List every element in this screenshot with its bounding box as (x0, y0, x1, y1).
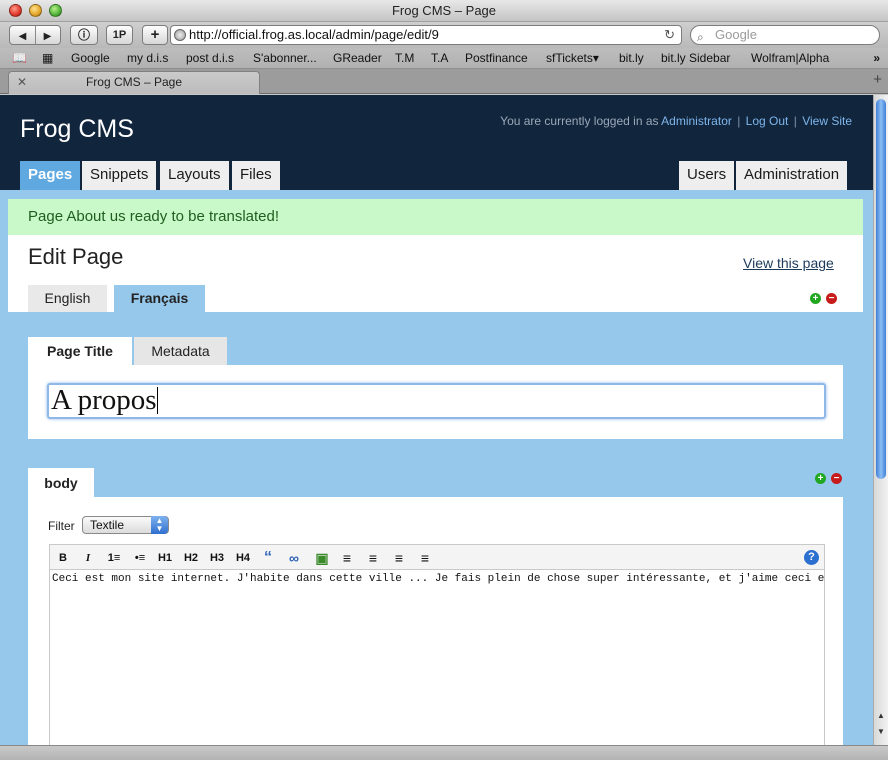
add-language-icon[interactable]: + (810, 293, 821, 304)
view-page-link[interactable]: View this page (743, 255, 834, 271)
blockquote-button[interactable]: “ (260, 549, 276, 567)
align-center-button[interactable]: ≡ (365, 549, 381, 567)
site-header: Frog CMS You are currently logged in as … (0, 95, 873, 190)
reader-button[interactable]: ⓘ (70, 25, 98, 45)
unordered-list-button[interactable]: •≡ (131, 549, 149, 567)
site-logo: Frog CMS (20, 115, 134, 143)
scroll-up-icon[interactable]: ▲ (877, 711, 885, 720)
page-scrollbar[interactable]: ▲ ▼ (873, 95, 888, 745)
heading2-button[interactable]: H2 (182, 549, 200, 567)
browser-tab[interactable]: ✕ Frog CMS – Page (8, 71, 260, 94)
tab-users[interactable]: Users (679, 161, 735, 190)
tab-body-part[interactable]: body (28, 468, 94, 497)
tab-layouts[interactable]: Layouts (160, 161, 229, 190)
add-bookmark-button[interactable]: + (142, 25, 168, 45)
tab-administration[interactable]: Administration (736, 161, 848, 190)
bookmark-item[interactable]: T.M (395, 51, 414, 65)
success-notice: Page About us ready to be translated! (8, 199, 863, 235)
url-text: http://official.frog.as.local/admin/page… (189, 27, 439, 42)
bookmark-item[interactable]: Wolfram|Alpha (751, 51, 829, 65)
body-content-text: Ceci est mon site internet. J'habite dan… (52, 573, 825, 585)
justify-button[interactable]: ≡ (417, 549, 433, 567)
user-link[interactable]: Administrator (661, 114, 732, 128)
close-tab-icon[interactable]: ✕ (17, 72, 27, 92)
site-icon (174, 29, 186, 41)
login-text: You are currently logged in as (500, 114, 659, 128)
bookmarks-overflow-icon[interactable]: » (873, 51, 880, 65)
image-icon[interactable]: ▣ (314, 549, 330, 567)
align-left-button[interactable]: ≡ (339, 549, 355, 567)
page-title-value: A propos (51, 384, 157, 416)
filter-select[interactable]: Textile ▲ ▼ (82, 516, 169, 534)
bookmarks-bar: 📖 ▦ Google my d.i.s post d.i.s S'abonner… (0, 48, 888, 69)
editor-toolbar: B I 1≡ •≡ H1 H2 H3 H4 “ ∞ ▣ ≡ ≡ ≡ ≡ ? (49, 544, 825, 570)
tab-snippets[interactable]: Snippets (82, 161, 157, 190)
bookmark-item[interactable]: GReader (333, 51, 382, 65)
tab-language-english[interactable]: English (28, 285, 107, 312)
window-title: Frog CMS – Page (391, 3, 497, 18)
help-icon[interactable]: ? (804, 550, 819, 565)
link-icon[interactable]: ∞ (285, 549, 303, 567)
bookmark-item[interactable]: bit.ly Sidebar (661, 51, 730, 65)
search-icon: ⌕ (697, 30, 704, 44)
page-title: Edit Page (28, 244, 124, 269)
search-field[interactable]: ⌕ Google (690, 25, 880, 45)
ordered-list-button[interactable]: 1≡ (105, 549, 123, 567)
tab-metadata[interactable]: Metadata (134, 337, 227, 365)
browser-statusbar (0, 745, 888, 760)
body-content-textarea[interactable]: Ceci est mon site internet. J'habite dan… (49, 570, 825, 745)
forward-icon[interactable]: ▶ (36, 28, 60, 46)
bookmark-item[interactable]: T.A (431, 51, 448, 65)
reload-icon[interactable]: ↻ (664, 26, 675, 44)
top-sites-grid-icon[interactable]: ▦ (42, 51, 53, 65)
login-info: You are currently logged in as Administr… (500, 114, 852, 128)
page-title-input[interactable]: A propos (47, 383, 826, 419)
heading4-button[interactable]: H4 (234, 549, 252, 567)
back-icon[interactable]: ◀ (11, 28, 35, 46)
page-viewport: Frog CMS You are currently logged in as … (0, 95, 873, 745)
add-part-icon[interactable]: + (815, 473, 826, 484)
heading3-button[interactable]: H3 (208, 549, 226, 567)
browser-tab-title: Frog CMS – Page (85, 75, 183, 89)
view-site-link[interactable]: View Site (802, 114, 852, 128)
onepassword-button[interactable]: 1P (106, 25, 133, 45)
new-tab-icon[interactable]: + (873, 71, 882, 88)
tab-files[interactable]: Files (232, 161, 280, 190)
bookmark-item[interactable]: Postfinance (465, 51, 528, 65)
remove-part-icon[interactable]: − (831, 473, 842, 484)
browser-toolbar: ◀ ▶ ⓘ 1P + http://official.frog.as.local/… (0, 22, 888, 48)
scrollbar-thumb[interactable] (876, 99, 886, 479)
remove-language-icon[interactable]: − (826, 293, 837, 304)
heading1-button[interactable]: H1 (156, 549, 174, 567)
filter-value: Textile (90, 518, 125, 532)
filter-label: Filter (48, 519, 75, 533)
select-arrows-icon: ▲ ▼ (151, 516, 168, 534)
bookmarks-book-icon[interactable]: 📖 (12, 51, 27, 65)
bookmark-item[interactable]: sfTickets▾ (546, 51, 599, 65)
italic-button[interactable]: I (81, 549, 95, 567)
align-right-button[interactable]: ≡ (391, 549, 407, 567)
scroll-down-icon[interactable]: ▼ (877, 727, 885, 736)
text-caret (156, 387, 158, 414)
tab-language-french[interactable]: Français (114, 285, 205, 312)
bookmark-item[interactable]: bit.ly (619, 51, 644, 65)
bold-button[interactable]: B (56, 549, 70, 567)
search-placeholder: Google (715, 27, 757, 42)
tab-pages[interactable]: Pages (20, 161, 81, 190)
tab-page-title[interactable]: Page Title (28, 337, 132, 365)
browser-tabs-bar: ✕ Frog CMS – Page + (0, 69, 888, 94)
logout-link[interactable]: Log Out (746, 114, 789, 128)
address-bar[interactable]: http://official.frog.as.local/admin/page… (170, 25, 682, 45)
bookmark-item[interactable]: S'abonner... (253, 51, 317, 65)
bookmark-item[interactable]: post d.i.s (186, 51, 234, 65)
bookmark-item[interactable]: Google (71, 51, 110, 65)
bookmark-item[interactable]: my d.i.s (127, 51, 168, 65)
back-forward-buttons[interactable]: ◀ ▶ (9, 25, 61, 45)
window-titlebar: Frog CMS – Page (0, 0, 888, 22)
